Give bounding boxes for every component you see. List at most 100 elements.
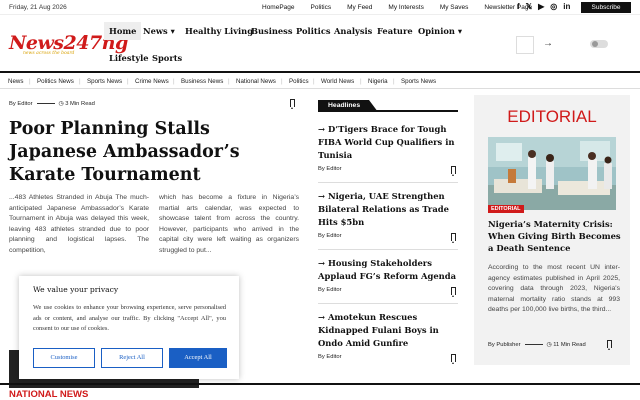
chevron-down-icon: ▾ — [170, 26, 175, 36]
category-separator: | — [360, 78, 362, 85]
headline-title[interactable]: → Nigeria, UAE Strengthen Bilateral Rela… — [318, 190, 458, 229]
category-separator: | — [228, 78, 230, 85]
arrow-right-icon: → — [318, 312, 328, 322]
editorial-read-time: 11 Min Read — [553, 342, 586, 348]
headline-author[interactable]: By Editor — [318, 354, 458, 360]
nav-item-business[interactable]: Business — [246, 22, 298, 40]
headline-item[interactable]: → Housing Stakeholders Applaud FG’s Refo… — [318, 257, 458, 293]
article-excerpt-col2: which has become a fixture in Nigeria’s … — [159, 194, 299, 254]
editorial-byline: By Publisher ◷ 11 Min Read — [488, 342, 586, 348]
nav-item-analysis[interactable]: Analysis — [329, 22, 377, 40]
editorial-heading: EDITORIAL — [507, 107, 597, 126]
top-link-politics[interactable]: Politics — [311, 4, 332, 11]
section-divider — [0, 383, 640, 385]
facebook-icon[interactable]: f — [517, 2, 520, 11]
nav-item-feature[interactable]: Feature — [372, 22, 418, 40]
editorial-title[interactable]: Nigeria’s Maternity Crisis: When Giving … — [488, 218, 622, 254]
top-bar: Friday, 21 Aug 2026 HomePage Politics My… — [0, 0, 640, 15]
bookmark-icon[interactable] — [451, 166, 456, 176]
headlines-label: Headlines — [318, 100, 378, 112]
customise-button[interactable]: Customise — [33, 348, 95, 368]
category-politics-news[interactable]: Politics News — [37, 78, 74, 85]
editorial-excerpt: According to the most recent UN inter-ag… — [488, 264, 620, 313]
top-link-my-interests[interactable]: My Interests — [388, 4, 423, 11]
editorial-image[interactable] — [488, 137, 616, 210]
linkedin-icon[interactable]: in — [563, 2, 570, 11]
bookmark-icon[interactable] — [607, 340, 612, 350]
arrow-right-icon[interactable]: → — [543, 38, 553, 49]
headline-title[interactable]: → Amotekun Rescues Kidnapped Fulani Boys… — [318, 311, 458, 350]
x-icon[interactable]: 𝕏 — [526, 2, 532, 11]
bookmark-icon[interactable] — [451, 287, 456, 297]
category-crime-news[interactable]: Crime News — [135, 78, 169, 85]
category-separator: | — [29, 78, 31, 85]
bookmark-icon[interactable] — [451, 354, 456, 364]
nav-item-news[interactable]: News ▾ — [138, 22, 180, 40]
category-separator: | — [127, 78, 129, 85]
headline-divider — [318, 182, 458, 183]
search-box[interactable] — [516, 36, 534, 54]
headline-item[interactable]: → Amotekun Rescues Kidnapped Fulani Boys… — [318, 311, 458, 360]
top-link-homepage[interactable]: HomePage — [262, 4, 295, 11]
nav-item-news-label: News — [143, 26, 168, 36]
youtube-icon[interactable]: ▶ — [538, 2, 544, 11]
bookmark-icon[interactable] — [451, 233, 456, 243]
bookmark-icon[interactable] — [290, 99, 295, 109]
category-separator: | — [281, 78, 283, 85]
byline-dash — [36, 102, 55, 104]
current-date: Friday, 21 Aug 2026 — [9, 4, 67, 11]
editorial-panel: EDITORIAL EDITORIAL Nigeria’s Maternity … — [474, 95, 630, 365]
arrow-right-icon: → — [318, 124, 328, 134]
hospital-ward-photo — [488, 137, 616, 210]
headline-item[interactable]: → Nigeria, UAE Strengthen Bilateral Rela… — [318, 190, 458, 239]
nav-item-sports[interactable]: Sports — [147, 49, 187, 67]
social-links: f 𝕏 ▶ ◎ in — [517, 2, 570, 11]
headline-author[interactable]: By Editor — [318, 166, 458, 172]
category-separator: | — [393, 78, 395, 85]
category-nigeria[interactable]: Nigeria — [368, 78, 388, 85]
headline-divider — [318, 303, 458, 304]
dark-mode-toggle[interactable] — [590, 40, 608, 48]
editorial-tag[interactable]: EDITORIAL — [488, 205, 524, 213]
headlines-header: Headlines — [318, 100, 458, 112]
category-national-news[interactable]: National News — [236, 78, 276, 85]
nav-item-home[interactable]: Home — [104, 22, 142, 40]
article-author[interactable]: By Editor — [9, 101, 33, 107]
clock-icon: ◷ — [546, 342, 552, 348]
category-separator: | — [313, 78, 315, 85]
category-world-news[interactable]: World News — [321, 78, 354, 85]
category-sports-news[interactable]: Sports News — [87, 78, 122, 85]
article-read-time: 3 Min Read — [65, 101, 95, 107]
category-news[interactable]: News — [8, 78, 23, 85]
headline-author[interactable]: By Editor — [318, 233, 458, 239]
instagram-icon[interactable]: ◎ — [550, 2, 557, 11]
headline-title[interactable]: → Housing Stakeholders Applaud FG’s Refo… — [318, 257, 458, 283]
headline-title-text: Nigeria, UAE Strengthen Bilateral Relati… — [318, 191, 449, 227]
top-link-my-feed[interactable]: My Feed — [347, 4, 372, 11]
top-link-my-saves[interactable]: My Saves — [440, 4, 469, 11]
arrow-right-icon: → — [318, 191, 328, 201]
subscribe-button[interactable]: Subscribe — [581, 2, 631, 13]
clock-icon: ◷ — [58, 101, 64, 107]
chevron-down-icon: ▾ — [457, 26, 462, 36]
top-links: HomePage Politics My Feed My Interests M… — [262, 4, 548, 11]
logo-tagline: news across the board — [23, 51, 75, 56]
headline-title-text: Amotekun Rescues Kidnapped Fulani Boys i… — [318, 312, 439, 348]
byline-dash — [524, 343, 543, 345]
article-title[interactable]: Poor Planning Stalls Japanese Ambassador… — [9, 118, 294, 187]
nav-item-opinion[interactable]: Opinion ▾ — [413, 22, 467, 40]
category-business-news[interactable]: Business News — [181, 78, 223, 85]
category-separator: | — [173, 78, 175, 85]
headline-author[interactable]: By Editor — [318, 287, 458, 293]
cookie-text: We use cookies to enhance your browsing … — [33, 304, 226, 332]
arrow-right-icon: → — [318, 258, 328, 268]
headline-title[interactable]: → D’Tigers Brace for Tough FIBA World Cu… — [318, 123, 458, 162]
category-politics[interactable]: Politics — [289, 78, 309, 85]
reject-all-button[interactable]: Reject All — [101, 348, 163, 368]
headline-item[interactable]: → D’Tigers Brace for Tough FIBA World Cu… — [318, 123, 458, 172]
category-sports-news-2[interactable]: Sports News — [401, 78, 436, 85]
accept-all-button[interactable]: Accept All — [169, 348, 227, 368]
article-byline: By Editor ◷ 3 Min Read — [9, 101, 95, 107]
section-heading-national-news[interactable]: NATIONAL NEWS — [9, 389, 88, 400]
editorial-author[interactable]: By Publisher — [488, 342, 521, 348]
